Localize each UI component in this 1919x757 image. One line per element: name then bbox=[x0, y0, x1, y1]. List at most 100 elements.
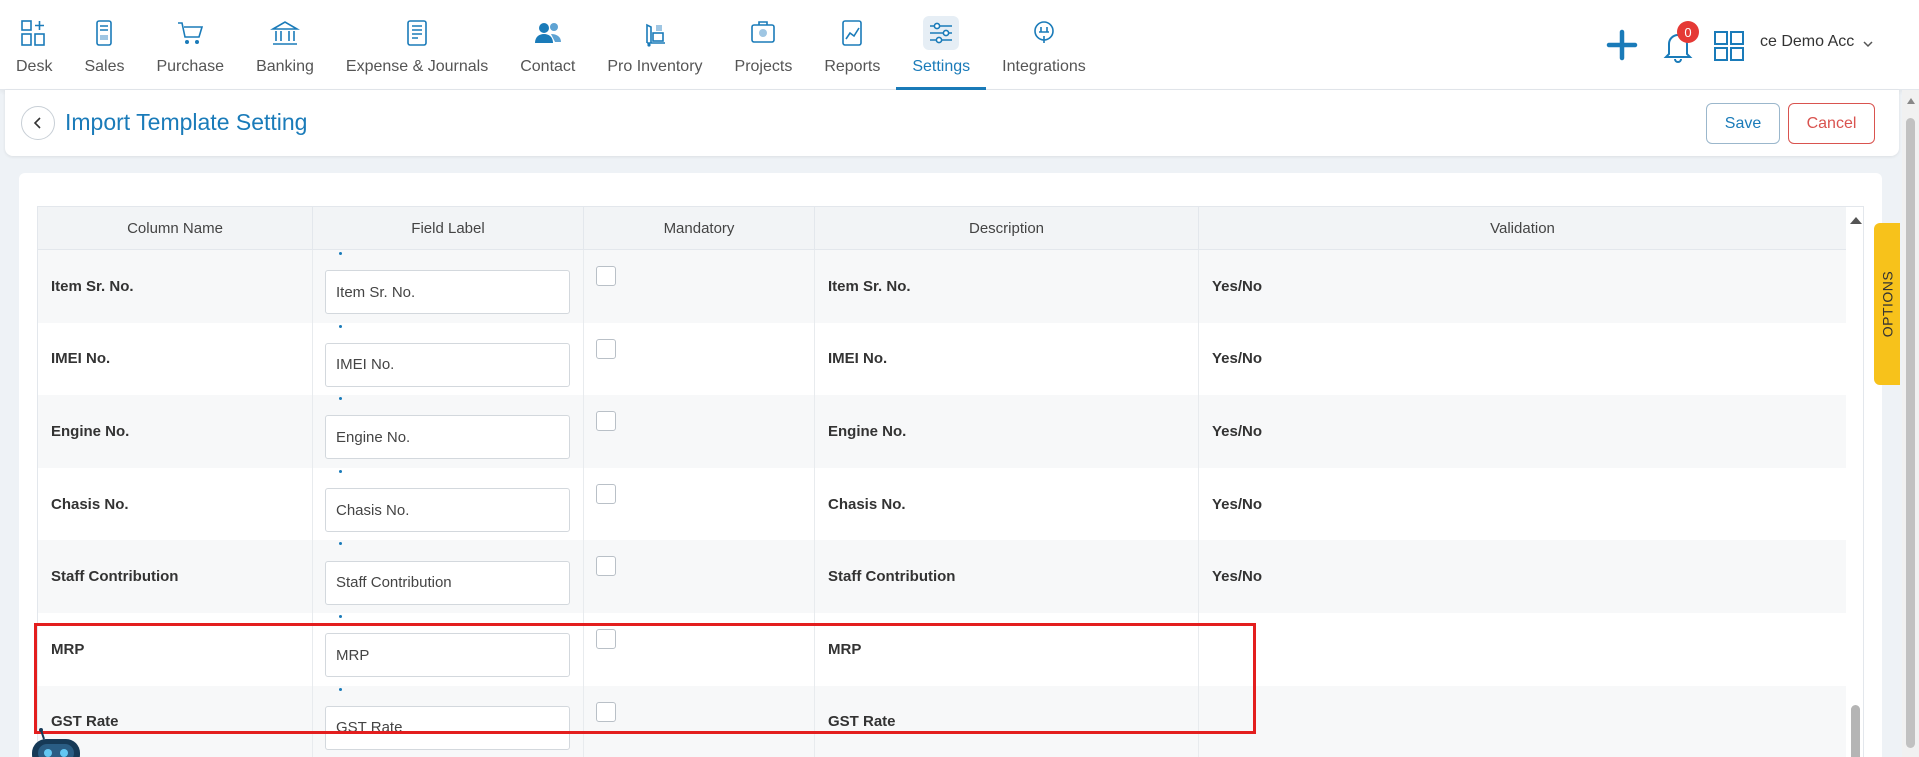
sales-icon bbox=[96, 20, 113, 46]
scrollbar-thumb[interactable] bbox=[1906, 118, 1915, 748]
scroll-up-arrow-icon[interactable] bbox=[1850, 217, 1862, 224]
field-label-input[interactable] bbox=[325, 705, 570, 750]
nav-item-contact[interactable]: Contact bbox=[504, 0, 591, 90]
nav-item-integrations[interactable]: Integrations bbox=[986, 0, 1102, 90]
mandatory-checkbox[interactable] bbox=[596, 411, 616, 432]
required-dot bbox=[339, 614, 342, 618]
table-row: Staff ContributionStaff ContributionYes/… bbox=[38, 540, 1863, 613]
table-scrollbar[interactable] bbox=[1846, 207, 1863, 757]
cell-column-name: Chasis No. bbox=[38, 467, 313, 541]
mandatory-checkbox[interactable] bbox=[596, 701, 616, 722]
column-header-mandatory: Mandatory bbox=[584, 207, 815, 250]
column-header-description: Description bbox=[815, 207, 1199, 250]
field-label-input[interactable] bbox=[325, 633, 570, 678]
nav-item-purchase[interactable]: Purchase bbox=[140, 0, 240, 90]
projects-icon bbox=[751, 21, 776, 43]
cell-description: Chasis No. bbox=[815, 467, 1199, 541]
nav-label: Reports bbox=[824, 58, 881, 75]
cell-mandatory bbox=[584, 250, 815, 323]
mandatory-checkbox[interactable] bbox=[596, 483, 616, 504]
cell-description: Item Sr. No. bbox=[815, 250, 1199, 323]
cell-validation: Yes/No bbox=[1199, 540, 1847, 613]
required-dot bbox=[339, 397, 342, 401]
cell-column-name: Engine No. bbox=[38, 395, 313, 468]
cell-mandatory bbox=[584, 395, 815, 468]
table-header: Column Name Field Label Mandatory Descri… bbox=[38, 207, 1863, 250]
field-label-input[interactable] bbox=[325, 488, 570, 533]
integrations-icon bbox=[1034, 21, 1054, 43]
scrollbar-thumb[interactable] bbox=[1851, 705, 1860, 757]
nav-item-pro-inventory[interactable]: Pro Inventory bbox=[591, 0, 718, 90]
cart-icon bbox=[178, 22, 204, 44]
cell-description: Engine No. bbox=[815, 395, 1199, 468]
nav-item-projects[interactable]: Projects bbox=[719, 0, 809, 90]
apps-grid-icon[interactable] bbox=[1713, 30, 1745, 62]
back-button[interactable] bbox=[21, 106, 55, 140]
nav-item-reports[interactable]: Reports bbox=[808, 0, 896, 90]
cell-mandatory bbox=[584, 540, 815, 613]
save-button[interactable]: Save bbox=[1706, 103, 1780, 144]
cell-description: GST Rate bbox=[815, 685, 1199, 757]
cell-validation: Yes/No bbox=[1199, 395, 1847, 468]
cell-column-name: Item Sr. No. bbox=[38, 250, 313, 323]
nav-label: Settings bbox=[912, 58, 971, 75]
field-label-input[interactable] bbox=[325, 342, 570, 387]
add-new-button[interactable] bbox=[1605, 28, 1639, 62]
nav-item-banking[interactable]: Banking bbox=[240, 0, 330, 90]
required-dot bbox=[339, 469, 342, 473]
cell-field-label bbox=[313, 467, 584, 541]
nav-label: Contact bbox=[520, 58, 576, 75]
table-row: GST Rate GST Rate bbox=[38, 685, 1863, 757]
cell-validation: Yes/No bbox=[1199, 250, 1847, 323]
cell-validation: Yes/No bbox=[1199, 322, 1847, 396]
cell-field-label bbox=[313, 322, 584, 396]
required-dot bbox=[339, 542, 342, 546]
mandatory-checkbox[interactable] bbox=[596, 556, 616, 577]
account-name: ce Demo Acc bbox=[1760, 33, 1855, 50]
mandatory-checkbox[interactable] bbox=[596, 338, 616, 359]
cancel-button[interactable]: Cancel bbox=[1788, 103, 1875, 144]
mandatory-checkbox[interactable] bbox=[596, 266, 616, 286]
cell-field-label bbox=[313, 395, 584, 468]
nav-label: Sales bbox=[84, 58, 125, 75]
cell-description: Staff Contribution bbox=[815, 540, 1199, 613]
nav-item-settings[interactable]: Settings bbox=[896, 0, 986, 90]
table-row: IMEI No.IMEI No.Yes/No bbox=[38, 322, 1863, 396]
chevron-down-icon[interactable] bbox=[1862, 38, 1874, 50]
options-tab-label: OPTIONS bbox=[1879, 270, 1896, 338]
column-header-field-label: Field Label bbox=[313, 207, 584, 250]
column-header-validation: Validation bbox=[1199, 207, 1847, 250]
page-title: Import Template Setting bbox=[65, 109, 308, 135]
reports-icon bbox=[842, 20, 863, 46]
chevron-left-icon bbox=[33, 117, 41, 129]
import-template-table: Column Name Field Label Mandatory Descri… bbox=[37, 206, 1864, 757]
nav-item-expense-journals[interactable]: Expense & Journals bbox=[330, 0, 504, 90]
cell-mandatory bbox=[584, 467, 815, 541]
table-row: MRP MRP bbox=[38, 612, 1863, 686]
nav-label: Purchase bbox=[156, 58, 225, 75]
nav-label: Projects bbox=[734, 58, 793, 75]
options-tab[interactable]: OPTIONS bbox=[1874, 223, 1900, 385]
required-dot bbox=[339, 252, 342, 255]
chatbot-avatar-icon[interactable] bbox=[28, 727, 84, 757]
table-row: Chasis No.Chasis No.Yes/No bbox=[38, 467, 1863, 541]
cell-mandatory bbox=[584, 322, 815, 396]
field-label-input[interactable] bbox=[325, 415, 570, 460]
settings-sliders-icon bbox=[930, 22, 953, 44]
field-label-input[interactable] bbox=[325, 270, 570, 315]
nav-item-sales[interactable]: Sales bbox=[68, 0, 140, 90]
nav-item-desk[interactable]: Desk bbox=[0, 0, 68, 90]
required-dot bbox=[339, 687, 342, 691]
cell-validation: Yes/No bbox=[1199, 467, 1847, 541]
cell-field-label bbox=[313, 612, 584, 686]
scroll-up-arrow-icon[interactable] bbox=[1907, 98, 1915, 104]
table-body: Item Sr. No.Item Sr. No.Yes/NoIMEI No.IM… bbox=[38, 250, 1863, 757]
nav-label: Pro Inventory bbox=[607, 58, 703, 75]
field-label-input[interactable] bbox=[325, 560, 570, 605]
top-navigation-bar: Desk Sales Purchase Banking Expense & Jo… bbox=[0, 0, 1919, 90]
bank-icon bbox=[270, 21, 300, 45]
cell-column-name: Staff Contribution bbox=[38, 540, 313, 613]
journal-icon bbox=[407, 20, 427, 46]
page-scrollbar[interactable] bbox=[1902, 90, 1919, 757]
mandatory-checkbox[interactable] bbox=[596, 628, 616, 649]
